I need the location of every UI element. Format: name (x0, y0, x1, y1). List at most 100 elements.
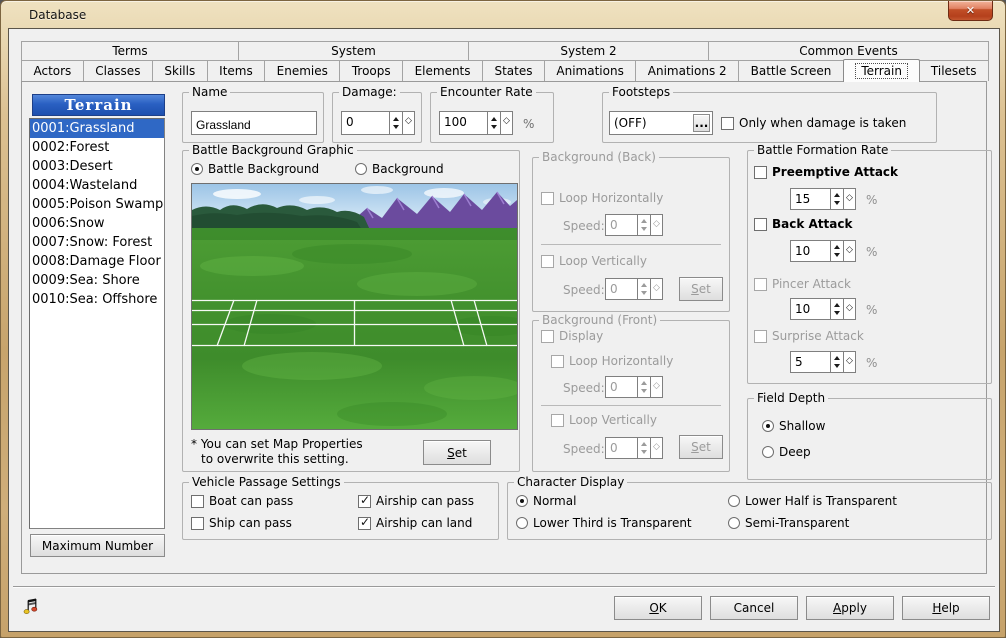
terrain-list-item[interactable]: 0009:Sea: Shore (30, 271, 164, 290)
percent-unit: % (866, 356, 877, 370)
background-radio[interactable]: Background (355, 162, 444, 176)
tab-battle-screen[interactable]: Battle Screen (739, 61, 844, 81)
preemptive-attack-checkbox[interactable]: Preemptive Attack (754, 165, 898, 179)
checkbox-box (754, 278, 767, 291)
name-input[interactable] (191, 111, 317, 135)
checkbox-box (358, 517, 371, 530)
tab-states[interactable]: States (483, 61, 545, 81)
tab-elements[interactable]: Elements (403, 61, 483, 81)
tab-enemies[interactable]: Enemies (265, 61, 340, 81)
spinner-down-icon (641, 389, 647, 393)
spinner-diamond-button[interactable]: ◇ (500, 112, 512, 134)
terrain-list-item[interactable]: 0003:Desert (30, 157, 164, 176)
close-button[interactable]: ✕ (948, 1, 993, 21)
terrain-list-item[interactable]: 0010:Sea: Offshore (30, 290, 164, 309)
encounter-rate-label: Encounter Rate (437, 85, 536, 99)
boat-can-pass-checkbox[interactable]: Boat can pass (191, 494, 293, 508)
tab-animations-2[interactable]: Animations 2 (636, 61, 739, 81)
lower-third-transparent-radio[interactable]: Lower Third is Transparent (516, 516, 692, 530)
spinner-down-icon (834, 253, 840, 257)
checkbox-box (754, 218, 767, 231)
battle-background-radio[interactable]: Battle Background (191, 162, 319, 176)
terrain-list-item[interactable]: 0006:Snow (30, 214, 164, 233)
ship-can-pass-checkbox[interactable]: Ship can pass (191, 516, 292, 530)
footsteps-group: Footsteps (OFF) ... Only when damage is … (602, 92, 937, 143)
title-bar[interactable]: Database ✕ (1, 1, 1005, 29)
tab-classes[interactable]: Classes (84, 61, 153, 81)
cancel-button[interactable]: Cancel (710, 596, 798, 620)
percent-unit: % (866, 245, 877, 259)
spinner-down-icon (641, 227, 647, 231)
shallow-radio[interactable]: Shallow (762, 419, 825, 433)
footsteps-browse-button[interactable]: ... (693, 114, 710, 132)
terrain-list-item[interactable]: 0007:Snow: Forest (30, 233, 164, 252)
spinner-up-down-buttons[interactable] (487, 112, 500, 134)
spinner-up-down-buttons (830, 299, 843, 319)
tab-items[interactable]: Items (208, 61, 266, 81)
spinner-up-down-buttons[interactable] (389, 112, 402, 134)
tab-tilesets[interactable]: Tilesets (919, 61, 988, 81)
battle-background-set-button[interactable]: Set (423, 440, 491, 465)
terrain-list-item[interactable]: 0001:Grassland (30, 119, 164, 138)
spinner-up-down-buttons[interactable] (830, 189, 843, 209)
terrain-list-item[interactable]: 0004:Wasteland (30, 176, 164, 195)
grassland-battleback-image (192, 184, 517, 429)
normal-radio[interactable]: Normal (516, 494, 576, 508)
terrain-list-header: Terrain (32, 94, 165, 116)
terrain-list-item[interactable]: 0005:Poison Swamp (30, 195, 164, 214)
airship-can-pass-checkbox[interactable]: Airship can pass (358, 494, 474, 508)
spinner-diamond-button: ◇ (650, 377, 662, 397)
maximum-number-button[interactable]: Maximum Number (30, 534, 165, 557)
tab-system-2[interactable]: System 2 (469, 42, 709, 60)
front-speed-v-spinner: 0 ◇ (605, 437, 663, 459)
ok-button[interactable]: OK (614, 596, 702, 620)
radio-circle (191, 163, 203, 175)
divider (541, 405, 721, 406)
terrain-list-item[interactable]: 0008:Damage Floor (30, 252, 164, 271)
airship-can-land-checkbox[interactable]: Airship can land (358, 516, 472, 530)
tab-system[interactable]: System (239, 42, 469, 60)
spinner-down-icon (834, 201, 840, 205)
checkbox-box (541, 330, 554, 343)
back-attack-checkbox[interactable]: Back Attack (754, 217, 852, 231)
lower-half-transparent-label: Lower Half is Transparent (745, 494, 897, 508)
tab-terms[interactable]: Terms (22, 42, 239, 60)
background-front-group: Background (Front) Display Loop Horizont… (532, 320, 730, 472)
spinner-diamond-button: ◇ (650, 279, 662, 299)
tab-skills[interactable]: Skills (153, 61, 208, 81)
preemptive-attack-spinner[interactable]: 15 ◇ (790, 188, 856, 210)
back-speed-h-value: 0 (606, 215, 637, 235)
spinner-diamond-button[interactable]: ◇ (402, 112, 414, 134)
spinner-down-icon (834, 311, 840, 315)
surprise-attack-spinner: 5 ◇ (790, 351, 856, 373)
tab-terrain[interactable]: Terrain (843, 59, 921, 82)
deep-radio[interactable]: Deep (762, 445, 811, 459)
back-attack-spinner[interactable]: 10 ◇ (790, 240, 856, 262)
encounter-rate-spinner[interactable]: 100 ◇ (439, 111, 513, 135)
terrain-list-item[interactable]: 0002:Forest (30, 138, 164, 157)
tab-common-events[interactable]: Common Events (709, 42, 988, 60)
battle-formation-rate-label: Battle Formation Rate (754, 143, 891, 157)
spinner-diamond-button: ◇ (650, 438, 662, 458)
help-button[interactable]: Help (902, 596, 990, 620)
spinner-diamond-button[interactable]: ◇ (843, 241, 855, 261)
tab-actors[interactable]: Actors (22, 61, 84, 81)
tab-animations[interactable]: Animations (545, 61, 636, 81)
back-speed-v-value: 0 (606, 279, 637, 299)
lower-half-transparent-radio[interactable]: Lower Half is Transparent (728, 494, 897, 508)
spinner-diamond-button[interactable]: ◇ (843, 189, 855, 209)
background-back-group: Background (Back) Loop Horizontally Spee… (532, 157, 730, 312)
tab-row-groups: Terms System System 2 Common Events (21, 41, 989, 60)
only-when-damage-checkbox[interactable]: Only when damage is taken (721, 116, 906, 130)
normal-label: Normal (533, 494, 576, 508)
semi-transparent-radio[interactable]: Semi-Transparent (728, 516, 849, 530)
battle-formation-rate-group: Battle Formation Rate Preemptive Attack … (747, 150, 992, 384)
front-loop-horizontally-label: Loop Horizontally (569, 354, 673, 368)
boat-can-pass-label: Boat can pass (209, 494, 293, 508)
tab-troops[interactable]: Troops (340, 61, 403, 81)
terrain-list[interactable]: 0001:Grassland 0002:Forest 0003:Desert 0… (29, 118, 165, 529)
apply-button[interactable]: Apply (806, 596, 894, 620)
spinner-up-down-buttons[interactable] (830, 241, 843, 261)
airship-can-pass-label: Airship can pass (376, 494, 474, 508)
damage-spinner[interactable]: 0 ◇ (341, 111, 415, 135)
